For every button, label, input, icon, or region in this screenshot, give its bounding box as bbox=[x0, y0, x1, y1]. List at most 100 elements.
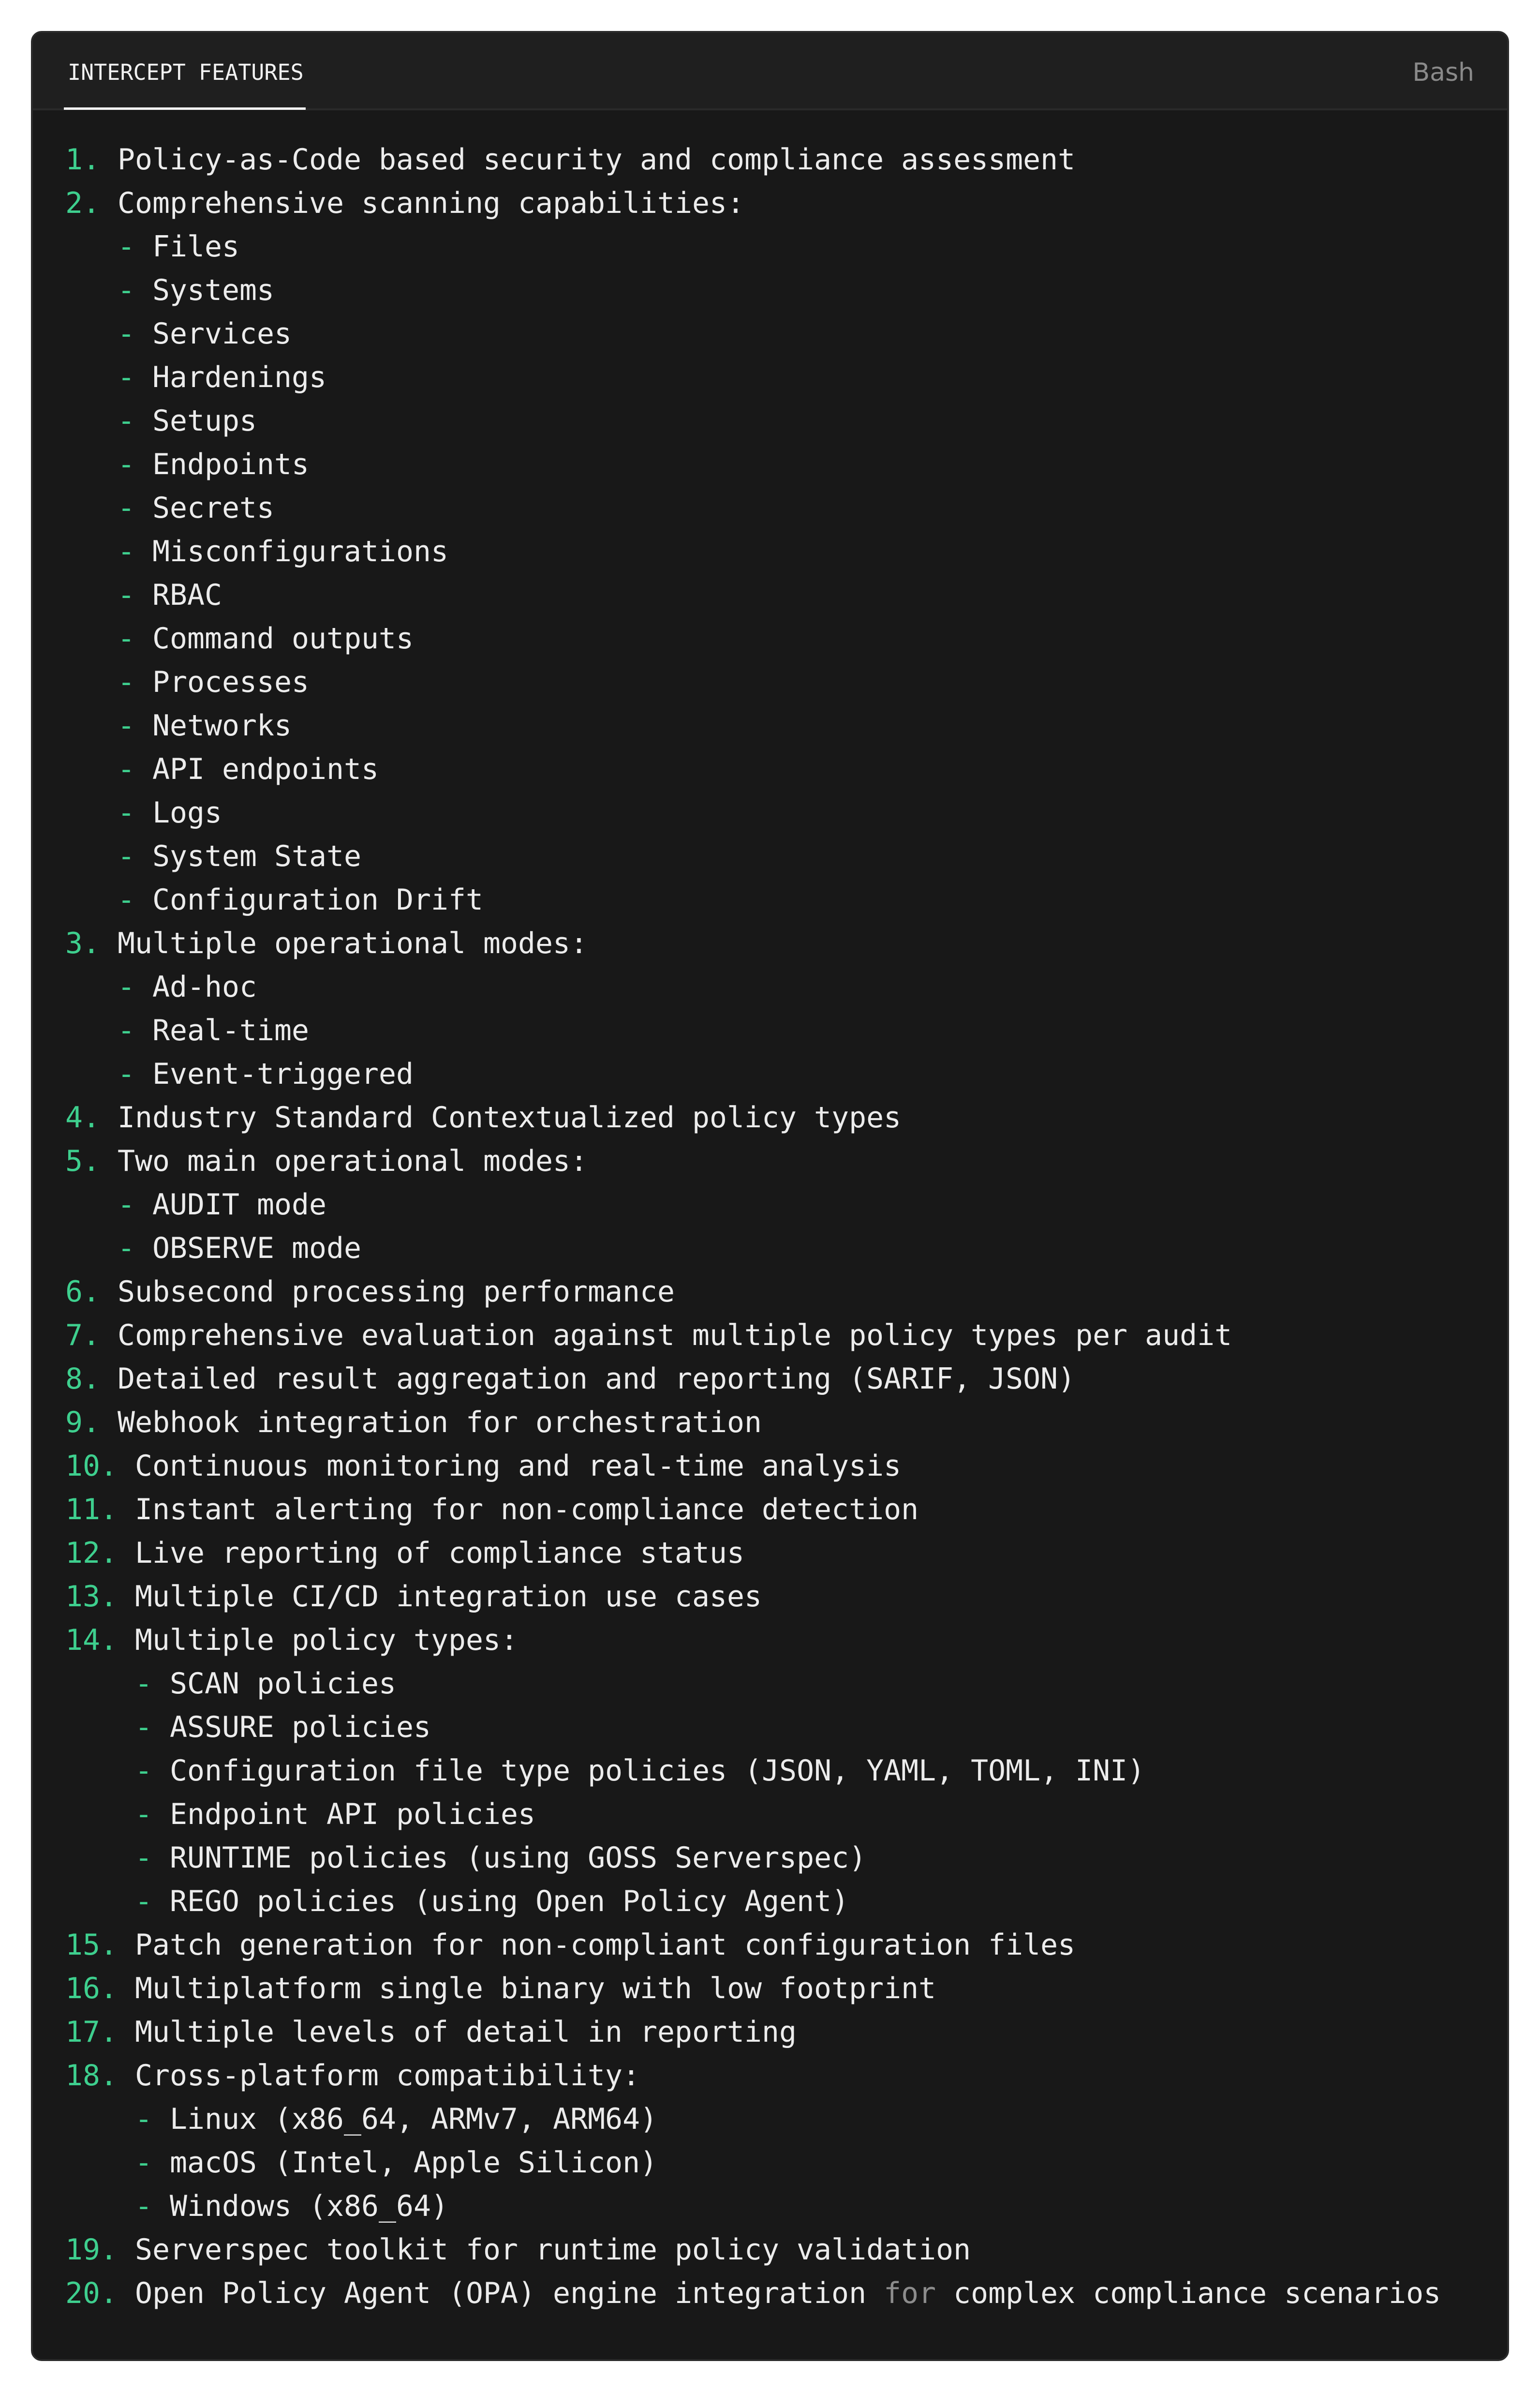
sub-list-item: - Processes bbox=[65, 660, 1507, 704]
list-item: 15. Patch generation for non-compliant c… bbox=[65, 1923, 1507, 1967]
sub-list-item: - Ad-hoc bbox=[65, 965, 1507, 1009]
tab-label: INTERCEPT FEATURES bbox=[68, 60, 304, 85]
sub-list-item: - Windows (x86_64) bbox=[65, 2184, 1507, 2228]
list-item-number: 2. bbox=[65, 186, 101, 220]
list-item-text: Comprehensive scanning capabilities: bbox=[118, 186, 745, 220]
list-item-number: 7. bbox=[65, 1318, 101, 1352]
list-item-text: Serverspec toolkit for runtime policy va… bbox=[135, 2233, 971, 2267]
sub-list-item: - AUDIT mode bbox=[65, 1183, 1507, 1226]
list-item-text: Open Policy Agent (OPA) engine integrati… bbox=[135, 2276, 884, 2310]
bullet-dash: - bbox=[118, 578, 135, 612]
list-item: 17. Multiple levels of detail in reporti… bbox=[65, 2010, 1507, 2054]
sub-list-item: - macOS (Intel, Apple Silicon) bbox=[65, 2141, 1507, 2184]
list-item-number: 14. bbox=[65, 1623, 118, 1657]
sub-list-item: - Secrets bbox=[65, 486, 1507, 530]
sub-list-item: - SCAN policies bbox=[65, 1662, 1507, 1705]
sub-list-item: - Services bbox=[65, 312, 1507, 356]
sub-item-text: REGO policies (using Open Policy Agent) bbox=[170, 1884, 849, 1918]
bullet-dash: - bbox=[118, 1188, 135, 1222]
list-item: 9. Webhook integration for orchestration bbox=[65, 1401, 1507, 1444]
bullet-dash: - bbox=[135, 1797, 153, 1831]
sub-list-item: - Networks bbox=[65, 704, 1507, 748]
language-label: Bash bbox=[1412, 58, 1474, 87]
sub-list-item: - Configuration file type policies (JSON… bbox=[65, 1749, 1507, 1793]
sub-item-text: RBAC bbox=[152, 578, 222, 612]
sub-item-text: Setups bbox=[152, 404, 257, 438]
sub-list-item: - Logs bbox=[65, 791, 1507, 835]
list-item: 12. Live reporting of compliance status bbox=[65, 1531, 1507, 1575]
sub-list-item: - Event-triggered bbox=[65, 1052, 1507, 1096]
bullet-dash: - bbox=[118, 970, 135, 1004]
list-item-number: 20. bbox=[65, 2276, 118, 2310]
sub-item-text: RUNTIME policies (using GOSS Serverspec) bbox=[170, 1841, 867, 1875]
bullet-dash: - bbox=[118, 796, 135, 830]
sub-item-text: Configuration file type policies (JSON, … bbox=[170, 1754, 1145, 1788]
sub-item-text: OBSERVE mode bbox=[152, 1231, 362, 1265]
list-item-number: 4. bbox=[65, 1101, 101, 1135]
sub-item-text: Windows (x86_64) bbox=[170, 2189, 449, 2223]
sub-item-text: Event-triggered bbox=[152, 1057, 414, 1091]
list-item-text: Live reporting of compliance status bbox=[135, 1536, 745, 1570]
code-block-header: INTERCEPT FEATURES Bash bbox=[33, 33, 1507, 110]
sub-list-item: - OBSERVE mode bbox=[65, 1226, 1507, 1270]
sub-list-item: - RUNTIME policies (using GOSS Serverspe… bbox=[65, 1836, 1507, 1880]
sub-item-text: Hardenings bbox=[152, 360, 327, 394]
sub-item-text: AUDIT mode bbox=[152, 1188, 327, 1222]
list-item-number: 19. bbox=[65, 2233, 118, 2267]
bullet-dash: - bbox=[118, 709, 135, 743]
sub-item-text: Command outputs bbox=[152, 622, 414, 656]
sub-list-item: - Endpoints bbox=[65, 443, 1507, 486]
bullet-dash: - bbox=[118, 622, 135, 656]
list-item: 11. Instant alerting for non-compliance … bbox=[65, 1488, 1507, 1531]
tab-intercept-features[interactable]: INTERCEPT FEATURES bbox=[64, 33, 306, 110]
list-item-text: Detailed result aggregation and reportin… bbox=[118, 1362, 1076, 1396]
list-item: 6. Subsecond processing performance bbox=[65, 1270, 1507, 1314]
list-item: 7. Comprehensive evaluation against mult… bbox=[65, 1314, 1507, 1357]
sub-list-item: - REGO policies (using Open Policy Agent… bbox=[65, 1880, 1507, 1923]
list-item-text: Continuous monitoring and real-time anal… bbox=[135, 1449, 902, 1483]
sub-list-item: - System State bbox=[65, 835, 1507, 878]
sub-item-text: Systems bbox=[152, 273, 275, 307]
list-item: 4. Industry Standard Contextualized poli… bbox=[65, 1096, 1507, 1139]
list-item-text: Comprehensive evaluation against multipl… bbox=[118, 1318, 1232, 1352]
sub-item-text: Linux (x86_64, ARMv7, ARM64) bbox=[170, 2102, 658, 2136]
list-item-number: 9. bbox=[65, 1405, 101, 1439]
sub-item-text: Logs bbox=[152, 796, 222, 830]
bullet-dash: - bbox=[118, 404, 135, 438]
sub-item-text: Endpoints bbox=[152, 448, 310, 481]
sub-item-text: Configuration Drift bbox=[152, 883, 484, 917]
bullet-dash: - bbox=[118, 752, 135, 786]
list-item: 14. Multiple policy types: bbox=[65, 1618, 1507, 1662]
sub-item-text: Networks bbox=[152, 709, 292, 743]
list-item: 19. Serverspec toolkit for runtime polic… bbox=[65, 2228, 1507, 2272]
bullet-dash: - bbox=[135, 1884, 153, 1918]
list-item-number: 3. bbox=[65, 927, 101, 960]
sub-item-text: Real-time bbox=[152, 1014, 310, 1047]
bullet-dash: - bbox=[118, 360, 135, 394]
bullet-dash: - bbox=[118, 1057, 135, 1091]
bullet-dash: - bbox=[118, 491, 135, 525]
bullet-dash: - bbox=[135, 2146, 153, 2180]
keyword-token: for bbox=[884, 2276, 936, 2310]
list-item: 16. Multiplatform single binary with low… bbox=[65, 1967, 1507, 2010]
sub-item-text: Services bbox=[152, 317, 292, 351]
code-content[interactable]: 1. Policy-as-Code based security and com… bbox=[65, 138, 1507, 2315]
list-item-text: Instant alerting for non-compliance dete… bbox=[135, 1493, 919, 1526]
bullet-dash: - bbox=[118, 273, 135, 307]
list-item-number: 5. bbox=[65, 1144, 101, 1178]
bullet-dash: - bbox=[118, 883, 135, 917]
bullet-dash: - bbox=[135, 2102, 153, 2136]
sub-list-item: - Setups bbox=[65, 399, 1507, 443]
sub-item-text: Files bbox=[152, 230, 240, 264]
list-item-number: 17. bbox=[65, 2015, 118, 2049]
list-item: 3. Multiple operational modes: bbox=[65, 922, 1507, 965]
bullet-dash: - bbox=[135, 1841, 153, 1875]
sub-item-text: Misconfigurations bbox=[152, 535, 449, 568]
sub-item-text: System State bbox=[152, 839, 362, 873]
list-item-text: Multiple CI/CD integration use cases bbox=[135, 1580, 762, 1614]
sub-item-text: API endpoints bbox=[152, 752, 379, 786]
bullet-dash: - bbox=[118, 317, 135, 351]
list-item-text: Webhook integration for orchestration bbox=[118, 1405, 762, 1439]
list-item-number: 6. bbox=[65, 1275, 101, 1309]
sub-list-item: - Real-time bbox=[65, 1009, 1507, 1052]
